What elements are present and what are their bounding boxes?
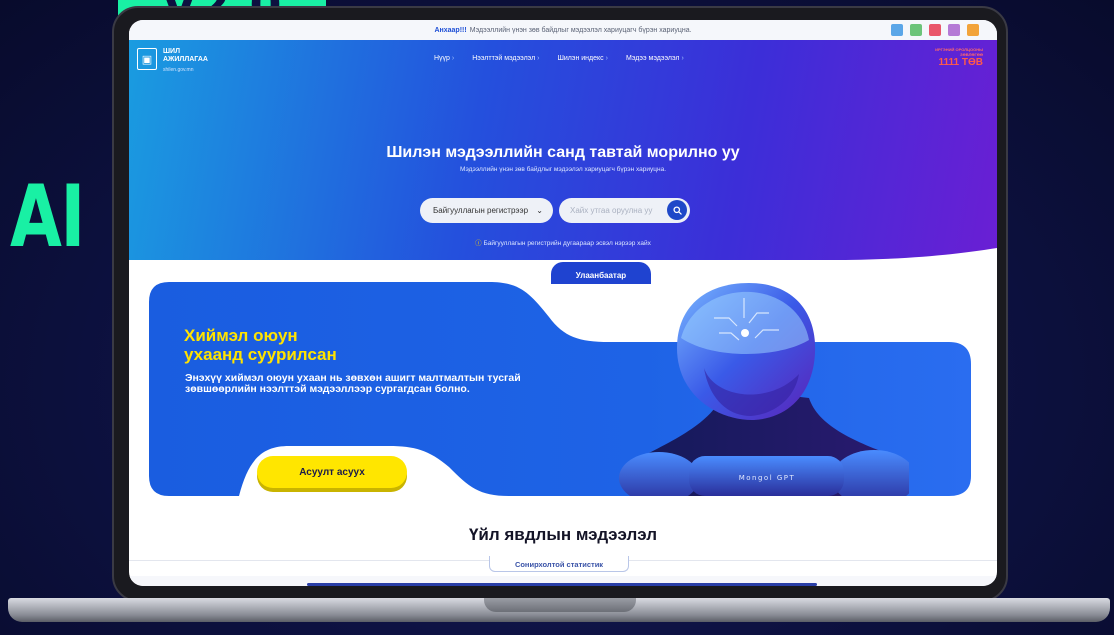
stat-tab[interactable]: Сонирхолтой статистик (489, 556, 629, 572)
notice-bar: Анхаар!!! Мэдээллийн үнэн зөв байдлыг мэ… (129, 20, 997, 40)
partner-logo[interactable]: ИРГЭНИЙ ОРОЛЦООНЫ ЗӨВЛӨГӨӨ 1111 ТӨВ (935, 47, 983, 68)
hero-section: ▣ ШИЛ АЖИЛЛАГАА shilen.gov.mn Нүүр Нээлт… (129, 40, 997, 284)
bottom-strip-bar (307, 583, 817, 586)
search-icon (672, 205, 682, 215)
hero-curve (129, 248, 997, 260)
search-type-value: Байгууллагын регистрээр (433, 206, 529, 215)
hero-title: Шилэн мэдээллийн санд тавтай морилно уу (386, 144, 740, 161)
ai-label: AI (10, 167, 85, 267)
site-logo[interactable]: ▣ ШИЛ АЖИЛЛАГАА shilen.gov.mn (137, 48, 208, 74)
robot-label: Mongol GPT (739, 474, 796, 482)
bookmark-icon[interactable] (929, 24, 941, 36)
nav-news[interactable]: Мэдээ мэдээлэл (626, 55, 684, 62)
folder-icon[interactable] (967, 24, 979, 36)
banner-title-line2: ухаанд суурилсан (184, 345, 337, 364)
banner-title-line1: Хиймэл оюун (184, 326, 298, 345)
section-title: Үйл явдлын мэдээлэл (468, 525, 658, 544)
search-type-select[interactable]: Байгууллагын регистрээр ⌄ (420, 198, 553, 223)
search-button[interactable] (667, 200, 687, 220)
accessibility-icon[interactable] (891, 24, 903, 36)
nav-home[interactable]: Нүүр (434, 55, 454, 62)
banner-text: Энэхүү хиймэл оюун ухаан нь зөвхөн ашигт… (185, 372, 521, 395)
laptop-screen: Анхаар!!! Мэдээллийн үнэн зөв байдлыг мэ… (129, 20, 997, 586)
search-hint: ⓘ Байгууллагын регистрийн дугаараар эсвэ… (129, 237, 997, 247)
nav-open-data[interactable]: Нээлттэй мэдээлэл (472, 55, 539, 62)
chart-icon[interactable] (948, 24, 960, 36)
logo-url: shilen.gov.mn (163, 67, 194, 73)
logo-mark-icon: ▣ (137, 48, 157, 70)
hero-subtitle: Мэдээллийн үнэн зөв байдлыг мэдээлэл хар… (460, 166, 666, 173)
chevron-down-icon: ⌄ (536, 206, 543, 215)
main-nav: Нүүр Нээлттэй мэдээлэл Шилэн индекс Мэдэ… (434, 55, 684, 62)
robot-illustration: Mongol GPT (619, 283, 909, 496)
notice-label: Анхаар!!! (434, 26, 467, 34)
document-icon[interactable] (910, 24, 922, 36)
partner-big: 1111 ТӨВ (938, 57, 983, 68)
logo-line2: АЖИЛЛАГАА (163, 56, 208, 63)
logo-line1: ШИЛ (163, 48, 180, 55)
ask-question-button[interactable]: Асуулт асуух (257, 456, 407, 488)
laptop-notch (484, 598, 636, 612)
notice-text: Мэдээллийн үнэн зөв байдлыг мэдээлэл хар… (469, 26, 692, 34)
banner-title: Хиймэл оюун ухаанд суурилсан (184, 326, 337, 364)
info-icon: ⓘ (475, 240, 482, 247)
nav-index[interactable]: Шилэн индекс (557, 55, 607, 62)
search-hint-text: Байгууллагын регистрийн дугаараар эсвэл … (483, 240, 651, 247)
notice-icons (891, 24, 979, 36)
